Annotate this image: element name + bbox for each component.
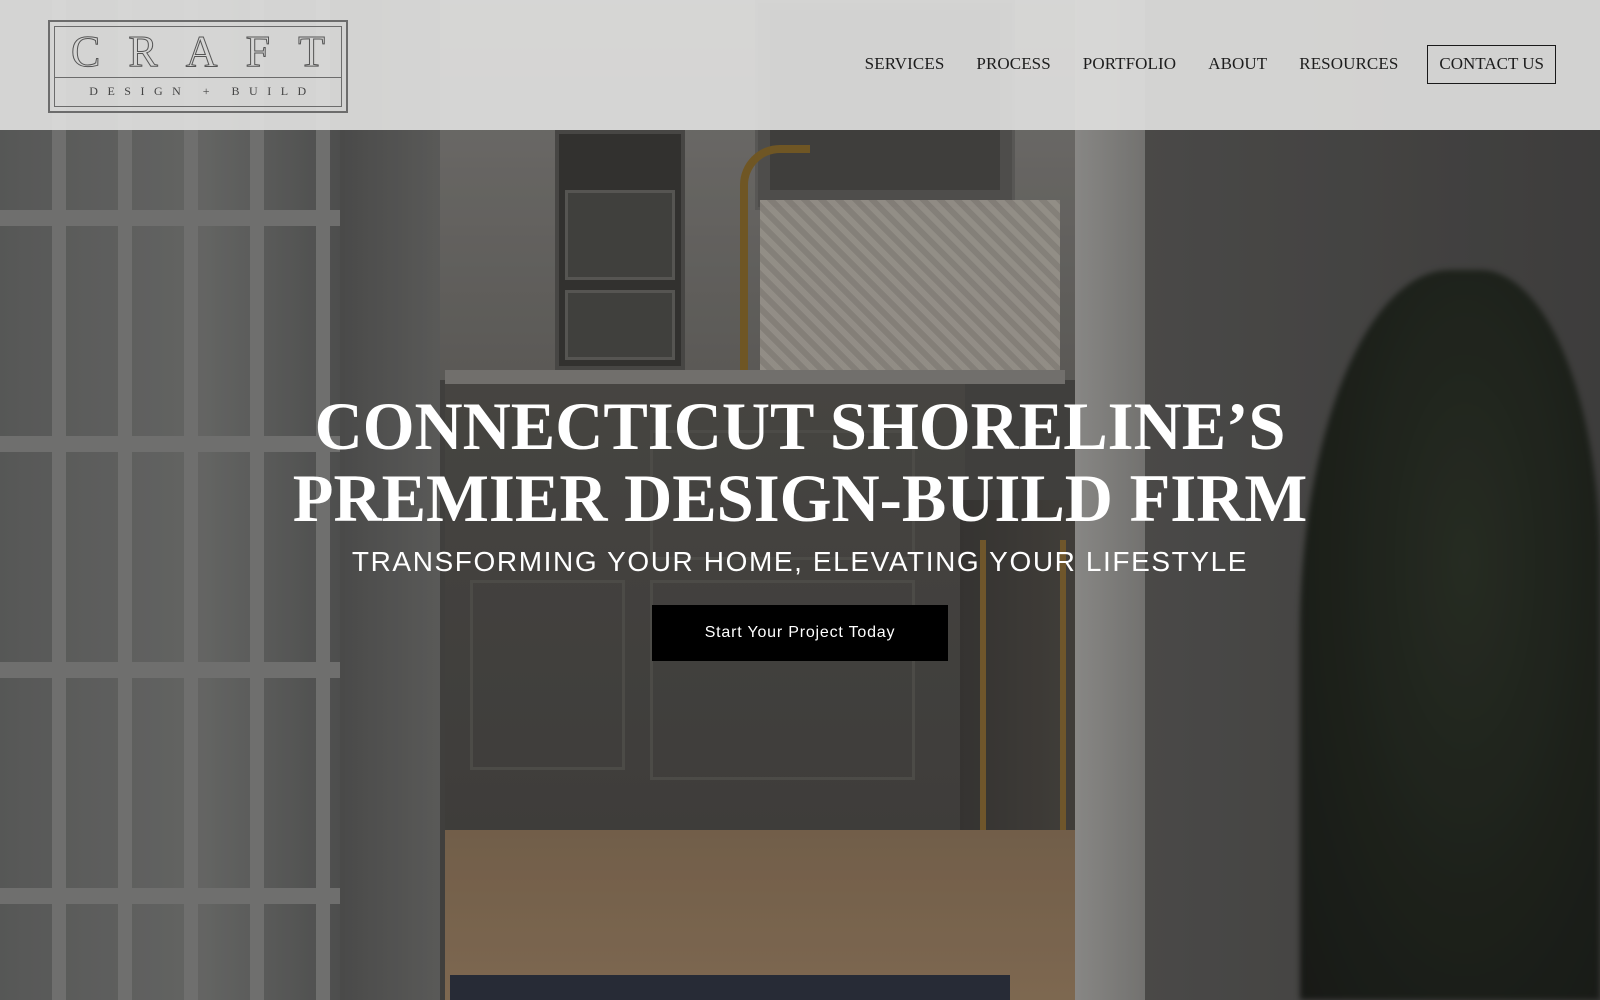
nav-item-about[interactable]: ABOUT [1208, 54, 1267, 74]
logo-tagline: DESIGN + BUILD [89, 84, 316, 98]
nav-item-portfolio[interactable]: PORTFOLIO [1083, 54, 1176, 74]
logo-letter: A [185, 26, 218, 76]
logo-letter: F [245, 26, 271, 76]
hero-title-line-2: PREMIER DESIGN-BUILD FIRM [292, 460, 1308, 536]
nav-item-resources[interactable]: RESOURCES [1299, 54, 1398, 74]
logo[interactable]: C R A F T DESIGN + BUILD [48, 19, 348, 113]
hero-section: CONNECTICUT SHORELINE’S PREMIER DESIGN-B… [0, 390, 1600, 661]
hero-subtitle: TRANSFORMING YOUR HOME, ELEVATING YOUR L… [351, 546, 1249, 577]
site-header: C R A F T DESIGN + BUILD SERVICES PROCES… [0, 0, 1600, 130]
logo-letter: C [70, 26, 101, 76]
logo-frame: C R A F T DESIGN + BUILD [54, 25, 342, 107]
hero-title: CONNECTICUT SHORELINE’S PREMIER DESIGN-B… [16, 390, 1584, 534]
hero-title-line-1: CONNECTICUT SHORELINE’S [314, 388, 1286, 464]
logo-wordmark: C R A F T [55, 27, 341, 78]
start-project-button[interactable]: Start Your Project Today [652, 605, 948, 661]
contact-us-button[interactable]: CONTACT US [1427, 44, 1556, 84]
logo-letter: T [298, 26, 326, 76]
logo-letter: R [128, 26, 158, 76]
nav-item-process[interactable]: PROCESS [976, 54, 1050, 74]
nav-item-services[interactable]: SERVICES [865, 54, 945, 74]
main-nav: SERVICES PROCESS PORTFOLIO ABOUT RESOURC… [865, 44, 1556, 84]
